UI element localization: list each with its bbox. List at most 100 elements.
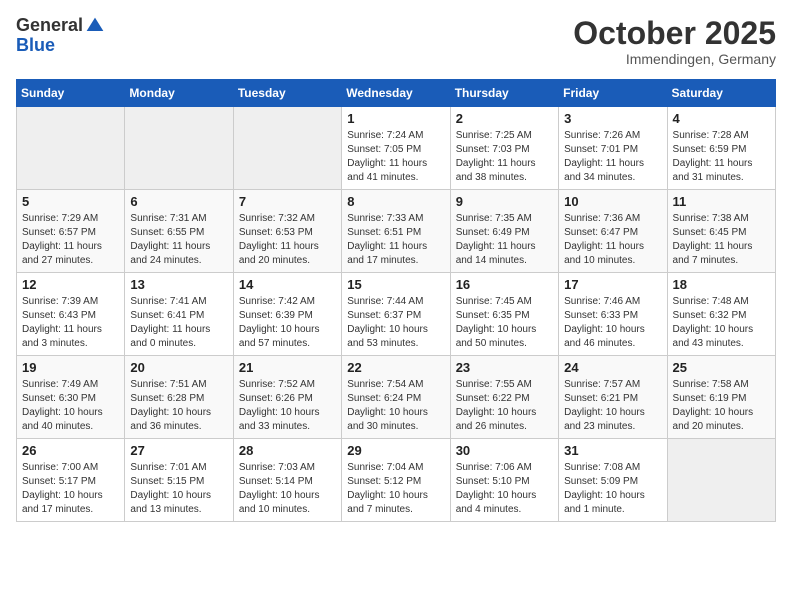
- calendar-cell: 6 Sunrise: 7:31 AM Sunset: 6:55 PM Daylig…: [125, 190, 233, 273]
- day-info: Sunrise: 7:26 AM Sunset: 7:01 PM Dayligh…: [564, 129, 661, 185]
- calendar-cell: 11 Sunrise: 7:38 AM Sunset: 6:45 PM Dayli…: [667, 190, 775, 273]
- logo: General Blue: [16, 16, 105, 56]
- calendar-cell: 7 Sunrise: 7:32 AM Sunset: 6:53 PM Daylig…: [233, 190, 341, 273]
- calendar-cell: 12 Sunrise: 7:39 AM Sunset: 6:43 PM Dayli…: [17, 273, 125, 356]
- day-info: Sunrise: 7:52 AM Sunset: 6:26 PM Dayligh…: [239, 378, 336, 434]
- day-info: Sunrise: 7:42 AM Sunset: 6:39 PM Dayligh…: [239, 295, 336, 351]
- day-info: Sunrise: 7:36 AM Sunset: 6:47 PM Dayligh…: [564, 212, 661, 268]
- calendar-cell: 31 Sunrise: 7:08 AM Sunset: 5:09 PM Dayli…: [559, 439, 667, 522]
- calendar-cell: 30 Sunrise: 7:06 AM Sunset: 5:10 PM Dayli…: [450, 439, 558, 522]
- calendar-cell: 10Sunrise: 7:36 AM Sunset: 6:47 PM Dayli…: [559, 190, 667, 273]
- calendar-cell: 21 Sunrise: 7:52 AM Sunset: 6:26 PM Dayli…: [233, 356, 341, 439]
- logo-general: General: [16, 16, 83, 36]
- title-block: October 2025 Immendingen, Germany: [573, 16, 776, 67]
- calendar-cell: [233, 107, 341, 190]
- day-info: Sunrise: 7:39 AM Sunset: 6:43 PM Dayligh…: [22, 295, 119, 351]
- day-number: 7: [239, 194, 336, 209]
- day-info: Sunrise: 7:31 AM Sunset: 6:55 PM Dayligh…: [130, 212, 227, 268]
- day-number: 19: [22, 360, 119, 375]
- calendar-week-2: 5 Sunrise: 7:29 AM Sunset: 6:57 PM Daylig…: [17, 190, 776, 273]
- day-number: 1: [347, 111, 444, 126]
- day-info: Sunrise: 7:49 AM Sunset: 6:30 PM Dayligh…: [22, 378, 119, 434]
- day-info: Sunrise: 7:28 AM Sunset: 6:59 PM Dayligh…: [673, 129, 770, 185]
- day-info: Sunrise: 7:41 AM Sunset: 6:41 PM Dayligh…: [130, 295, 227, 351]
- day-number: 6: [130, 194, 227, 209]
- day-info: Sunrise: 7:58 AM Sunset: 6:19 PM Dayligh…: [673, 378, 770, 434]
- day-number: 14: [239, 277, 336, 292]
- location: Immendingen, Germany: [573, 51, 776, 67]
- calendar-cell: 20 Sunrise: 7:51 AM Sunset: 6:28 PM Dayli…: [125, 356, 233, 439]
- calendar-cell: [667, 439, 775, 522]
- day-info: Sunrise: 7:25 AM Sunset: 7:03 PM Dayligh…: [456, 129, 553, 185]
- calendar-cell: [17, 107, 125, 190]
- calendar-cell: 1 Sunrise: 7:24 AM Sunset: 7:05 PM Daylig…: [342, 107, 450, 190]
- calendar-week-5: 26Sunrise: 7:00 AM Sunset: 5:17 PM Dayli…: [17, 439, 776, 522]
- day-info: Sunrise: 7:45 AM Sunset: 6:35 PM Dayligh…: [456, 295, 553, 351]
- day-info: Sunrise: 7:48 AM Sunset: 6:32 PM Dayligh…: [673, 295, 770, 351]
- day-info: Sunrise: 7:57 AM Sunset: 6:21 PM Dayligh…: [564, 378, 661, 434]
- day-info: Sunrise: 7:29 AM Sunset: 6:57 PM Dayligh…: [22, 212, 119, 268]
- day-info: Sunrise: 7:00 AM Sunset: 5:17 PM Dayligh…: [22, 461, 119, 517]
- calendar-cell: 18 Sunrise: 7:48 AM Sunset: 6:32 PM Dayli…: [667, 273, 775, 356]
- day-number: 29: [347, 443, 444, 458]
- day-number: 12: [22, 277, 119, 292]
- day-number: 25: [673, 360, 770, 375]
- logo-blue: Blue: [16, 36, 105, 56]
- day-info: Sunrise: 7:06 AM Sunset: 5:10 PM Dayligh…: [456, 461, 553, 517]
- day-number: 21: [239, 360, 336, 375]
- calendar-cell: 24 Sunrise: 7:57 AM Sunset: 6:21 PM Dayli…: [559, 356, 667, 439]
- day-info: Sunrise: 7:08 AM Sunset: 5:09 PM Dayligh…: [564, 461, 661, 517]
- calendar-cell: 14 Sunrise: 7:42 AM Sunset: 6:39 PM Dayli…: [233, 273, 341, 356]
- weekday-header-wednesday: Wednesday: [342, 80, 450, 107]
- calendar-cell: 2 Sunrise: 7:25 AM Sunset: 7:03 PM Daylig…: [450, 107, 558, 190]
- day-info: Sunrise: 7:55 AM Sunset: 6:22 PM Dayligh…: [456, 378, 553, 434]
- day-number: 5: [22, 194, 119, 209]
- day-info: Sunrise: 7:24 AM Sunset: 7:05 PM Dayligh…: [347, 129, 444, 185]
- day-info: Sunrise: 7:01 AM Sunset: 5:15 PM Dayligh…: [130, 461, 227, 517]
- calendar-week-4: 19 Sunrise: 7:49 AM Sunset: 6:30 PM Dayli…: [17, 356, 776, 439]
- day-info: Sunrise: 7:38 AM Sunset: 6:45 PM Dayligh…: [673, 212, 770, 268]
- calendar-cell: 26Sunrise: 7:00 AM Sunset: 5:17 PM Dayli…: [17, 439, 125, 522]
- calendar-cell: 29 Sunrise: 7:04 AM Sunset: 5:12 PM Dayli…: [342, 439, 450, 522]
- day-info: Sunrise: 7:32 AM Sunset: 6:53 PM Dayligh…: [239, 212, 336, 268]
- day-info: Sunrise: 7:35 AM Sunset: 6:49 PM Dayligh…: [456, 212, 553, 268]
- calendar-cell: 27 Sunrise: 7:01 AM Sunset: 5:15 PM Dayli…: [125, 439, 233, 522]
- day-number: 15: [347, 277, 444, 292]
- day-number: 30: [456, 443, 553, 458]
- calendar-cell: 25 Sunrise: 7:58 AM Sunset: 6:19 PM Dayli…: [667, 356, 775, 439]
- weekday-header-monday: Monday: [125, 80, 233, 107]
- day-number: 9: [456, 194, 553, 209]
- day-number: 22: [347, 360, 444, 375]
- calendar-cell: 17 Sunrise: 7:46 AM Sunset: 6:33 PM Dayli…: [559, 273, 667, 356]
- page-header: General Blue October 2025 Immendingen, G…: [16, 16, 776, 67]
- calendar-cell: 28Sunrise: 7:03 AM Sunset: 5:14 PM Dayli…: [233, 439, 341, 522]
- calendar-table: SundayMondayTuesdayWednesdayThursdayFrid…: [16, 79, 776, 522]
- calendar-cell: 15Sunrise: 7:44 AM Sunset: 6:37 PM Dayli…: [342, 273, 450, 356]
- day-info: Sunrise: 7:46 AM Sunset: 6:33 PM Dayligh…: [564, 295, 661, 351]
- day-number: 18: [673, 277, 770, 292]
- day-info: Sunrise: 7:04 AM Sunset: 5:12 PM Dayligh…: [347, 461, 444, 517]
- weekday-header-friday: Friday: [559, 80, 667, 107]
- day-number: 28: [239, 443, 336, 458]
- day-number: 11: [673, 194, 770, 209]
- day-number: 27: [130, 443, 227, 458]
- calendar-cell: 8Sunrise: 7:33 AM Sunset: 6:51 PM Daylig…: [342, 190, 450, 273]
- day-number: 17: [564, 277, 661, 292]
- calendar-cell: 3Sunrise: 7:26 AM Sunset: 7:01 PM Daylig…: [559, 107, 667, 190]
- day-number: 31: [564, 443, 661, 458]
- day-number: 4: [673, 111, 770, 126]
- day-number: 23: [456, 360, 553, 375]
- day-info: Sunrise: 7:51 AM Sunset: 6:28 PM Dayligh…: [130, 378, 227, 434]
- day-number: 24: [564, 360, 661, 375]
- day-number: 20: [130, 360, 227, 375]
- calendar-cell: 13Sunrise: 7:41 AM Sunset: 6:41 PM Dayli…: [125, 273, 233, 356]
- day-info: Sunrise: 7:33 AM Sunset: 6:51 PM Dayligh…: [347, 212, 444, 268]
- weekday-header-saturday: Saturday: [667, 80, 775, 107]
- calendar-cell: 22Sunrise: 7:54 AM Sunset: 6:24 PM Dayli…: [342, 356, 450, 439]
- logo-icon: [85, 16, 105, 36]
- weekday-header-sunday: Sunday: [17, 80, 125, 107]
- day-number: 2: [456, 111, 553, 126]
- weekday-header-thursday: Thursday: [450, 80, 558, 107]
- calendar-cell: [125, 107, 233, 190]
- calendar-cell: 19 Sunrise: 7:49 AM Sunset: 6:30 PM Dayli…: [17, 356, 125, 439]
